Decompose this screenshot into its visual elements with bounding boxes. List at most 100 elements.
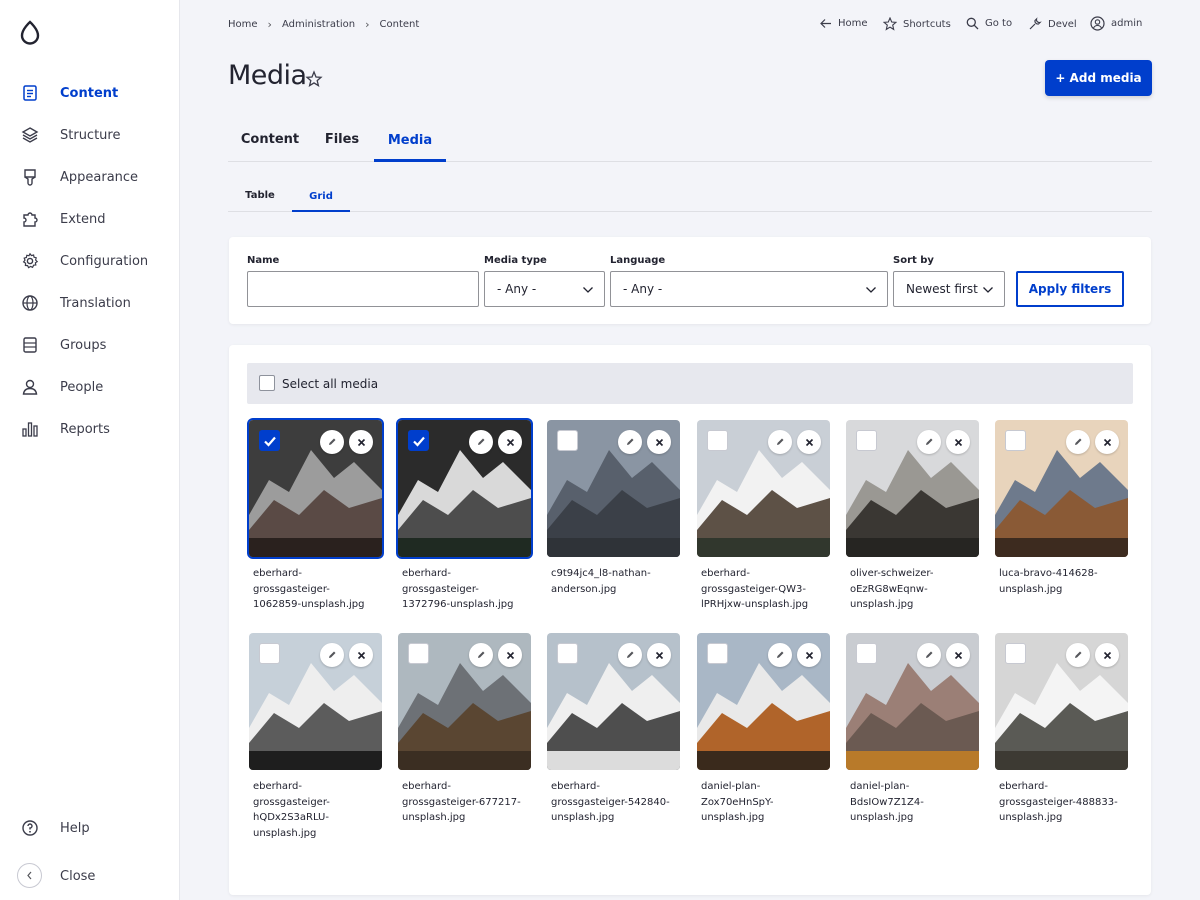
sidebar-item-people[interactable]: People <box>0 369 180 405</box>
tab-files[interactable]: Files <box>312 118 372 161</box>
media-select-checkbox[interactable] <box>707 430 728 451</box>
media-select-checkbox[interactable] <box>856 643 877 664</box>
edit-media-button[interactable] <box>469 643 493 667</box>
media-select-checkbox[interactable] <box>557 643 578 664</box>
add-media-button[interactable]: + Add media <box>1045 60 1152 96</box>
select-all-checkbox[interactable] <box>259 375 275 391</box>
media-thumbnail[interactable] <box>846 420 979 557</box>
remove-media-button[interactable] <box>1095 430 1119 454</box>
media-thumbnail[interactable] <box>697 633 830 770</box>
pencil-icon <box>329 651 336 658</box>
close-sidebar-button[interactable]: Close <box>0 858 180 894</box>
remove-media-button[interactable] <box>946 643 970 667</box>
media-type-select[interactable]: - Any - <box>484 271 605 307</box>
edit-media-button[interactable] <box>768 430 792 454</box>
edit-media-button[interactable] <box>917 430 941 454</box>
media-thumbnail[interactable] <box>547 633 680 770</box>
sidebar-item-appearance[interactable]: Appearance <box>0 159 180 195</box>
tab-grid[interactable]: Grid <box>292 180 350 212</box>
tab-table[interactable]: Table <box>232 180 288 211</box>
toolbar-goto-link[interactable]: Go to <box>966 17 1012 30</box>
media-filename-line: unsplash.jpg <box>551 812 615 823</box>
toolbar-user-menu[interactable]: admin <box>1090 16 1142 31</box>
remove-media-button[interactable] <box>647 430 671 454</box>
sort-by-select[interactable]: Newest first <box>893 271 1005 307</box>
sidebar-item-extend[interactable]: Extend <box>0 201 180 237</box>
media-thumbnail[interactable] <box>846 633 979 770</box>
list-icon <box>23 337 37 353</box>
edit-media-button[interactable] <box>320 643 344 667</box>
chevron-down-icon <box>583 287 593 293</box>
filter-panel: Name Media type - Any - Language - Any -… <box>229 237 1151 324</box>
media-thumbnail[interactable] <box>249 633 382 770</box>
sidebar-item-reports[interactable]: Reports <box>0 411 180 447</box>
media-select-checkbox[interactable] <box>1005 430 1026 451</box>
close-icon <box>1103 438 1111 446</box>
sidebar-item-label: People <box>60 379 104 395</box>
remove-media-button[interactable] <box>946 430 970 454</box>
sidebar-item-content[interactable]: Content <box>0 75 180 111</box>
media-select-checkbox[interactable] <box>408 643 429 664</box>
name-filter-input[interactable] <box>247 271 479 307</box>
media-filename-line: unsplash.jpg <box>999 812 1063 823</box>
media-select-checkbox[interactable] <box>856 430 877 451</box>
close-label: Close <box>60 868 96 884</box>
remove-media-button[interactable] <box>349 430 373 454</box>
media-select-checkbox[interactable] <box>408 430 429 451</box>
remove-media-button[interactable] <box>797 430 821 454</box>
breadcrumb-link-content[interactable]: Content <box>380 19 420 30</box>
remove-media-button[interactable] <box>647 643 671 667</box>
language-select[interactable]: - Any - <box>610 271 888 307</box>
sidebar-item-label: Reports <box>60 421 110 437</box>
media-select-checkbox[interactable] <box>259 643 280 664</box>
edit-media-button[interactable] <box>1066 430 1090 454</box>
apply-filters-button[interactable]: Apply filters <box>1016 271 1124 307</box>
edit-media-button[interactable] <box>618 643 642 667</box>
add-to-shortcuts-star-icon[interactable] <box>305 70 323 88</box>
media-thumbnail[interactable] <box>697 420 830 557</box>
media-filename-line: hQDx2S3aRLU- <box>253 812 329 823</box>
media-filename-line: grossgasteiger- <box>402 583 479 595</box>
media-select-checkbox[interactable] <box>707 643 728 664</box>
remove-media-button[interactable] <box>797 643 821 667</box>
media-thumbnail[interactable] <box>995 633 1128 770</box>
edit-media-button[interactable] <box>768 643 792 667</box>
media-select-checkbox[interactable] <box>1005 643 1026 664</box>
sidebar-item-configuration[interactable]: Configuration <box>0 243 180 279</box>
edit-media-button[interactable] <box>917 643 941 667</box>
edit-media-button[interactable] <box>320 430 344 454</box>
remove-media-button[interactable] <box>498 643 522 667</box>
media-thumbnail[interactable] <box>247 418 384 559</box>
sidebar-item-structure[interactable]: Structure <box>0 117 180 153</box>
sidebar-item-label: Appearance <box>60 169 139 185</box>
sidebar-item-translation[interactable]: Translation <box>0 285 180 321</box>
toolbar-home-link[interactable]: Home <box>819 17 868 30</box>
primary-tabs: Content Files Media <box>228 118 1152 162</box>
select-all-media[interactable]: Select all media <box>247 363 1133 404</box>
pencil-icon <box>627 651 634 658</box>
media-thumbnail[interactable] <box>396 418 533 559</box>
tab-content[interactable]: Content <box>228 118 312 161</box>
breadcrumb-link-home[interactable]: Home <box>228 19 258 30</box>
media-select-checkbox[interactable] <box>259 430 280 451</box>
sidebar-item-groups[interactable]: Groups <box>0 327 180 363</box>
remove-media-button[interactable] <box>1095 643 1119 667</box>
remove-media-button[interactable] <box>349 643 373 667</box>
media-filename-line: 1372796-unsplash.jpg <box>402 599 514 610</box>
edit-media-button[interactable] <box>1066 643 1090 667</box>
media-filename-line: grossgasteiger- <box>253 583 330 595</box>
drupal-logo-icon[interactable] <box>19 20 41 46</box>
remove-media-button[interactable] <box>498 430 522 454</box>
edit-media-button[interactable] <box>469 430 493 454</box>
media-thumbnail[interactable] <box>398 633 531 770</box>
tab-media[interactable]: Media <box>374 118 446 162</box>
help-link[interactable]: Help <box>0 810 180 846</box>
media-select-checkbox[interactable] <box>557 430 578 451</box>
media-thumbnail[interactable] <box>547 420 680 557</box>
breadcrumb-link-administration[interactable]: Administration <box>282 19 355 30</box>
pencil-icon <box>926 438 933 445</box>
edit-media-button[interactable] <box>618 430 642 454</box>
media-thumbnail[interactable] <box>995 420 1128 557</box>
toolbar-shortcuts-link[interactable]: Shortcuts <box>883 17 951 31</box>
toolbar-devel-link[interactable]: Devel <box>1028 17 1077 31</box>
